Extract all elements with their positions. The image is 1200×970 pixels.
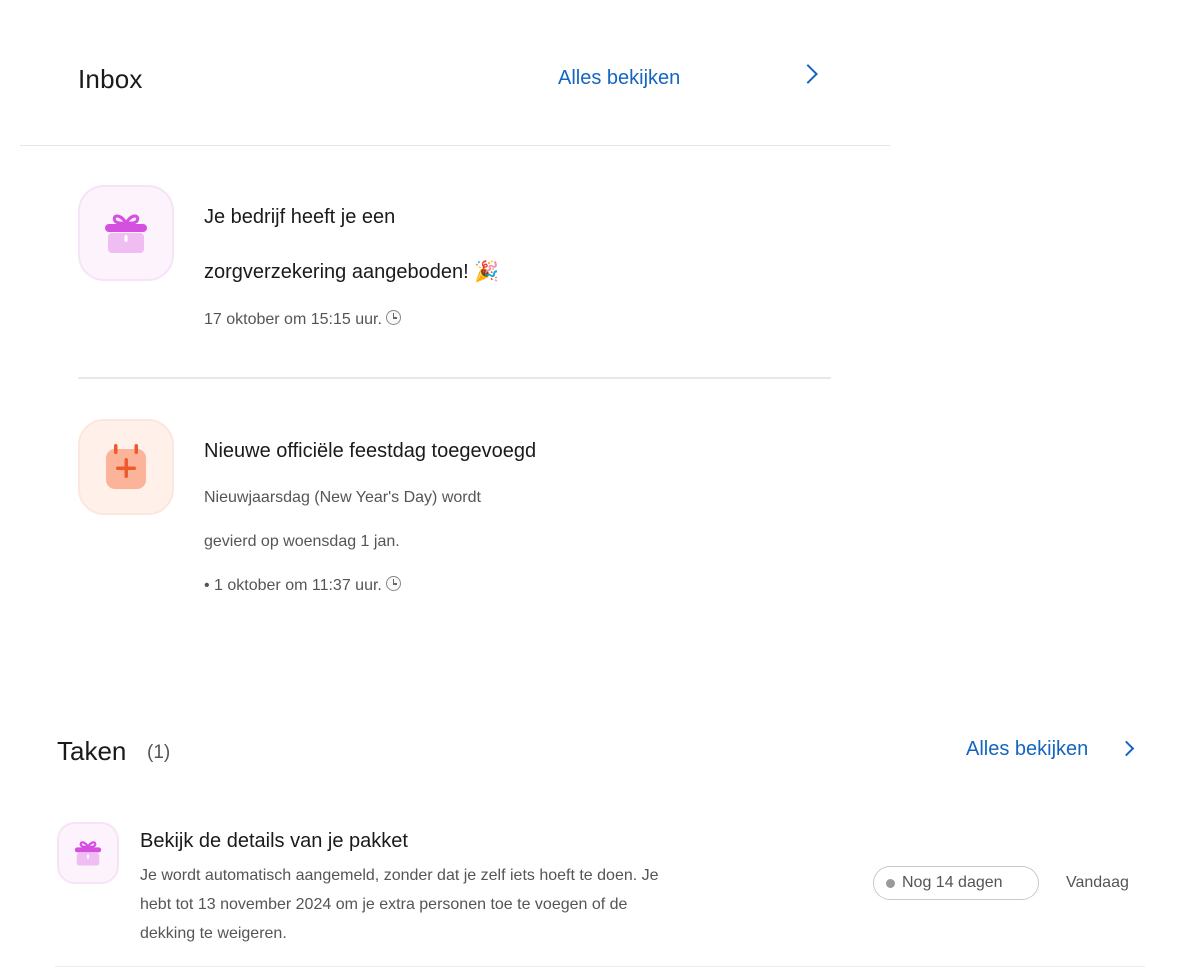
message-timestamp: • 1 oktober om 11:37 uur.: [204, 576, 401, 595]
task-title[interactable]: Bekijk de details van je pakket: [140, 830, 408, 853]
task-description-line: dekking te weigeren.: [140, 925, 287, 942]
task-description: Je wordt automatisch aangemeld, zonder d…: [140, 861, 740, 948]
timestamp-text: 17 oktober om 15:15 uur.: [204, 311, 382, 328]
tasks-count: (1): [147, 742, 171, 763]
timestamp-text: • 1 oktober om 11:37 uur.: [204, 577, 382, 594]
chevron-right-icon[interactable]: [1118, 740, 1135, 757]
chevron-right-icon[interactable]: [798, 64, 818, 84]
inbox-title: Inbox: [78, 64, 143, 94]
message-title: Nieuwe officiële feestdag toegevoegd: [204, 440, 537, 462]
tasks-title: Taken: [57, 736, 127, 766]
message-timestamp: 17 oktober om 15:15 uur.: [204, 310, 401, 329]
inbox-header-divider: [20, 145, 890, 146]
inbox-message[interactable]: [78, 419, 174, 515]
message-body-line: Nieuwjaarsdag (New Year's Day) wordt: [204, 489, 481, 506]
days-left-badge: Nog 14 dagen: [873, 866, 1039, 900]
gift-icon: [78, 185, 174, 281]
message-title-line: zorgverzekering aangeboden! 🎉: [204, 261, 500, 283]
message-title-line: Je bedrijf heeft je een: [204, 206, 396, 228]
message-body-line: gevierd op woensdag 1 jan.: [204, 533, 400, 550]
badge-label: Nog 14 dagen: [902, 874, 1003, 891]
clock-icon: [385, 310, 401, 325]
task-due-date: Vandaag: [1066, 874, 1129, 891]
task-divider: [55, 966, 1145, 967]
calendar-plus-icon: [78, 419, 174, 515]
message-divider: [78, 377, 831, 379]
tasks-view-all-link[interactable]: Alles bekijken: [966, 738, 1088, 761]
clock-icon: [385, 576, 401, 591]
gift-icon: [57, 822, 119, 884]
status-dot-icon: [886, 878, 895, 888]
task-item[interactable]: [57, 822, 119, 884]
task-description-line: hebt tot 13 november 2024 om je extra pe…: [140, 896, 628, 913]
inbox-message[interactable]: [78, 185, 174, 281]
task-description-line: Je wordt automatisch aangemeld, zonder d…: [140, 867, 659, 884]
inbox-view-all-link[interactable]: Alles bekijken: [558, 67, 680, 90]
